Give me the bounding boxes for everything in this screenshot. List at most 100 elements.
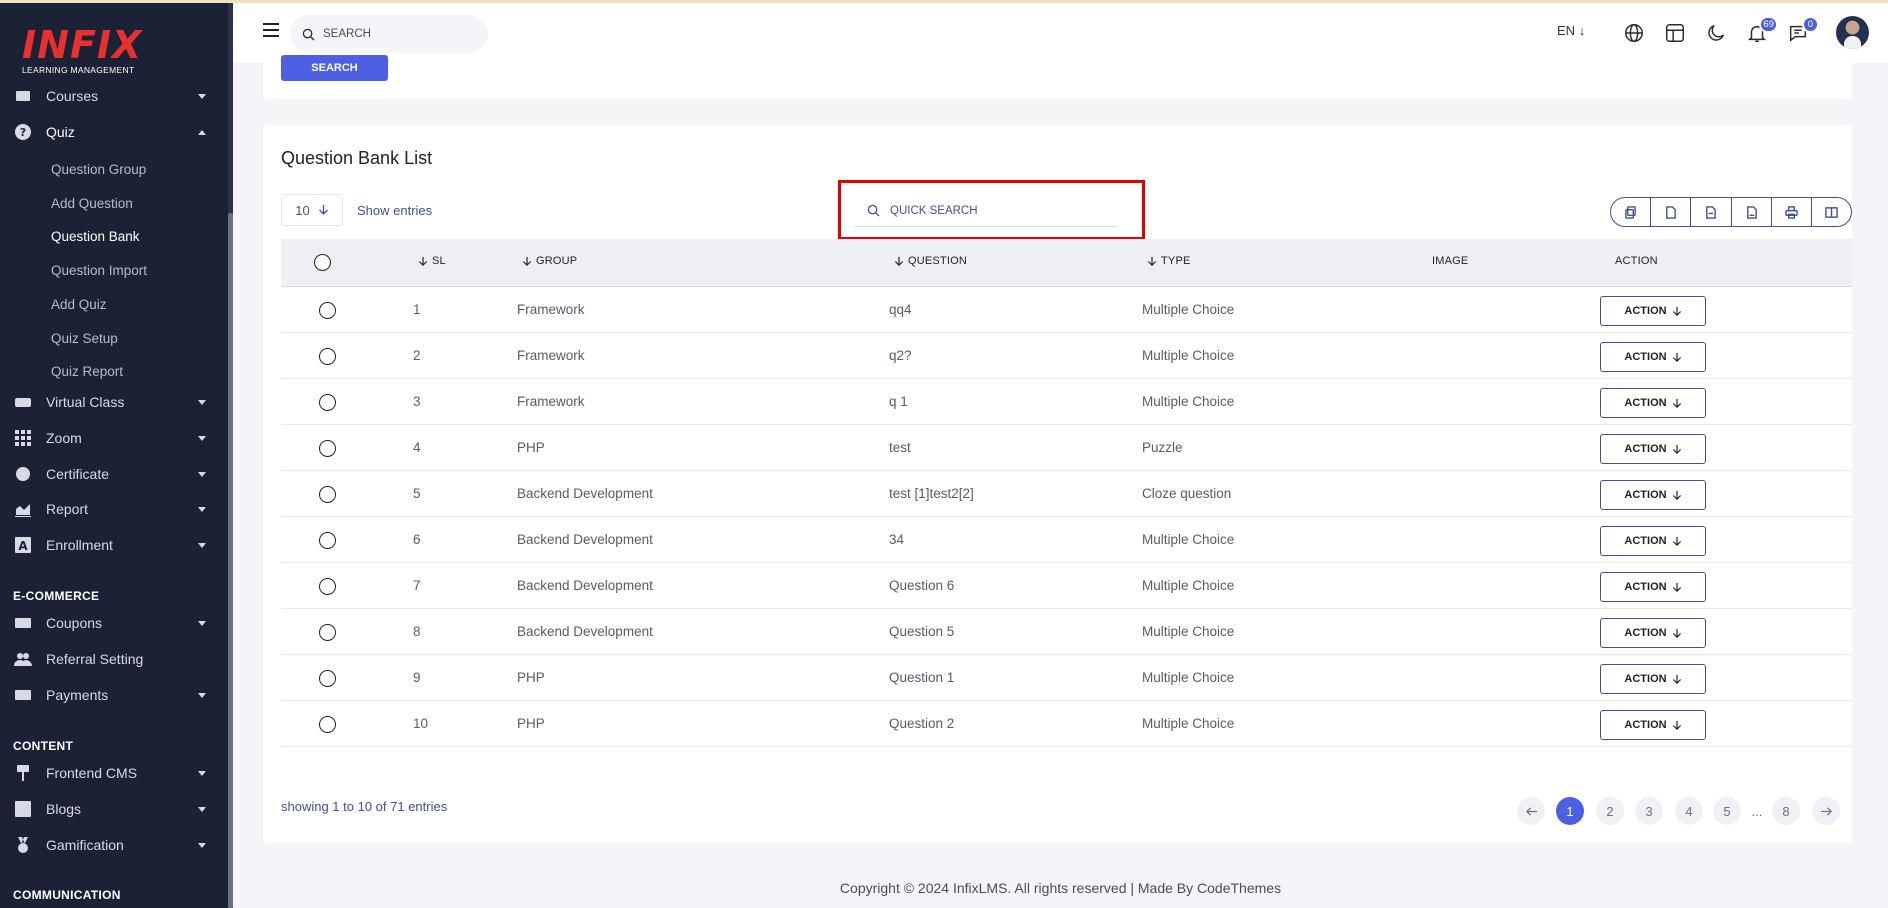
- sidebar-item-label: Quiz: [46, 124, 75, 140]
- select-all-radio[interactable]: [314, 254, 331, 271]
- layout-icon[interactable]: [1664, 22, 1688, 46]
- cell-type: Multiple Choice: [1142, 716, 1235, 731]
- action-button-label: ACTION: [1624, 627, 1667, 639]
- dark-mode-icon[interactable]: [1705, 22, 1729, 46]
- row-select-radio[interactable]: [319, 532, 336, 549]
- sidebar-item-report[interactable]: Report: [0, 492, 228, 526]
- cell-group: PHP: [517, 440, 545, 455]
- cell-group: Backend Development: [517, 532, 653, 547]
- entries-select[interactable]: 10: [281, 194, 343, 226]
- action-dropdown-button[interactable]: ACTION: [1600, 664, 1706, 694]
- chevron-down-icon: [198, 399, 206, 405]
- sidebar-item-referral-setting[interactable]: Referral Setting: [0, 642, 228, 676]
- pagination-page-1[interactable]: 1: [1556, 797, 1584, 825]
- cell-type: Puzzle: [1142, 440, 1183, 455]
- row-select-radio[interactable]: [319, 486, 336, 503]
- table-row: 5 Backend Development test [1]test2[2] C…: [281, 471, 1852, 517]
- quick-search[interactable]: [855, 195, 1117, 227]
- action-dropdown-button[interactable]: ACTION: [1600, 618, 1706, 648]
- cell-sl: 5: [413, 486, 421, 501]
- sidebar-scroll-thumb[interactable]: [228, 213, 233, 908]
- column-header-type[interactable]: TYPE: [1147, 255, 1191, 267]
- sidebar-item-zoom[interactable]: Zoom: [0, 421, 228, 455]
- sidebar-item-blogs[interactable]: Blogs: [0, 792, 228, 826]
- pagination-page-2[interactable]: 2: [1596, 797, 1624, 825]
- sidebar-subitem-question-import[interactable]: Question Import: [51, 263, 147, 278]
- row-select-radio[interactable]: [319, 302, 336, 319]
- pagination-page-4[interactable]: 4: [1675, 797, 1703, 825]
- action-dropdown-button[interactable]: ACTION: [1600, 342, 1706, 372]
- action-dropdown-button[interactable]: ACTION: [1600, 480, 1706, 510]
- row-select-radio[interactable]: [319, 394, 336, 411]
- action-button-label: ACTION: [1624, 535, 1667, 547]
- table-row: 2 Framework q2? Multiple Choice ACTION: [281, 333, 1852, 379]
- header-search[interactable]: [290, 15, 488, 53]
- row-select-radio[interactable]: [319, 578, 336, 595]
- action-dropdown-button[interactable]: ACTION: [1600, 710, 1706, 740]
- language-selector[interactable]: EN ↓: [1557, 23, 1585, 38]
- sidebar-item-gamification[interactable]: Gamification: [0, 828, 228, 862]
- quick-search-input[interactable]: [890, 204, 1090, 217]
- pagination-prev[interactable]: [1517, 797, 1545, 825]
- header-search-input[interactable]: [323, 28, 473, 40]
- pagination-page-3[interactable]: 3: [1635, 797, 1663, 825]
- sidebar-item-payments[interactable]: Payments: [0, 678, 228, 712]
- column-header-sl[interactable]: SL: [418, 255, 446, 267]
- export-csv-button[interactable]: [1691, 198, 1732, 226]
- sidebar-scrollbar[interactable]: [228, 3, 233, 908]
- pagination-next[interactable]: [1812, 797, 1840, 825]
- chevron-down-icon: [198, 471, 206, 477]
- sidebar-item-label: Frontend CMS: [46, 765, 138, 781]
- action-dropdown-button[interactable]: ACTION: [1600, 434, 1706, 464]
- row-select-radio[interactable]: [319, 716, 336, 733]
- blog-icon: [12, 800, 34, 818]
- sidebar-subitem-add-quiz[interactable]: Add Quiz: [51, 297, 107, 312]
- user-avatar[interactable]: [1836, 16, 1869, 49]
- sidebar-item-quiz[interactable]: ? Quiz: [0, 115, 228, 149]
- chat-icon[interactable]: 0: [1787, 16, 1819, 46]
- globe-icon[interactable]: [1623, 22, 1647, 46]
- column-header-group[interactable]: GROUP: [522, 255, 577, 267]
- pagination-page-8[interactable]: 8: [1772, 797, 1800, 825]
- brand-logo[interactable]: INFIX LEARNING MANAGEMENT: [22, 25, 172, 75]
- row-select-radio[interactable]: [319, 670, 336, 687]
- chart-icon: [12, 500, 34, 518]
- copy-button[interactable]: [1611, 198, 1652, 226]
- action-dropdown-button[interactable]: ACTION: [1600, 526, 1706, 556]
- column-visibility-button[interactable]: [1812, 198, 1851, 226]
- sidebar-item-virtual-class[interactable]: Virtual Class: [0, 385, 228, 419]
- sidebar-item-coupons[interactable]: Coupons: [0, 606, 228, 640]
- menu-toggle-icon[interactable]: [263, 23, 279, 37]
- cell-sl: 6: [413, 532, 421, 547]
- sidebar-item-courses[interactable]: Courses: [0, 79, 228, 113]
- cell-type: Multiple Choice: [1142, 670, 1235, 685]
- sort-arrow-icon: [418, 256, 428, 266]
- sidebar-subitem-quiz-report[interactable]: Quiz Report: [51, 364, 123, 379]
- print-button[interactable]: [1772, 198, 1812, 226]
- row-select-radio[interactable]: [319, 440, 336, 457]
- sidebar-subitem-question-group[interactable]: Question Group: [51, 162, 146, 177]
- sidebar-subitem-quiz-setup[interactable]: Quiz Setup: [51, 331, 118, 346]
- column-header-question[interactable]: QUESTION: [894, 255, 967, 267]
- cell-question: Question 2: [889, 716, 955, 731]
- export-excel-button[interactable]: [1651, 198, 1692, 226]
- cell-question: test [1]test2[2]: [889, 486, 974, 501]
- column-header-label: IMAGE: [1432, 255, 1469, 267]
- arrow-down-icon: [1672, 352, 1681, 362]
- sidebar-subitem-add-question[interactable]: Add Question: [51, 196, 133, 211]
- cell-group: PHP: [517, 716, 545, 731]
- row-select-radio[interactable]: [319, 624, 336, 641]
- bell-icon[interactable]: 69: [1746, 16, 1778, 46]
- action-dropdown-button[interactable]: ACTION: [1600, 296, 1706, 326]
- row-select-radio[interactable]: [319, 348, 336, 365]
- sidebar-item-frontend-cms[interactable]: Frontend CMS: [0, 756, 228, 790]
- sidebar-item-enrollment[interactable]: A Enrollment: [0, 528, 228, 562]
- pagination-page-5[interactable]: 5: [1713, 797, 1741, 825]
- cell-question: Question 6: [889, 578, 955, 593]
- search-button[interactable]: SEARCH: [281, 55, 388, 81]
- action-dropdown-button[interactable]: ACTION: [1600, 572, 1706, 602]
- action-dropdown-button[interactable]: ACTION: [1600, 388, 1706, 418]
- export-pdf-button[interactable]: [1732, 198, 1772, 226]
- sidebar-subitem-question-bank[interactable]: Question Bank: [51, 229, 140, 244]
- sidebar-item-certificate[interactable]: Certificate: [0, 457, 228, 491]
